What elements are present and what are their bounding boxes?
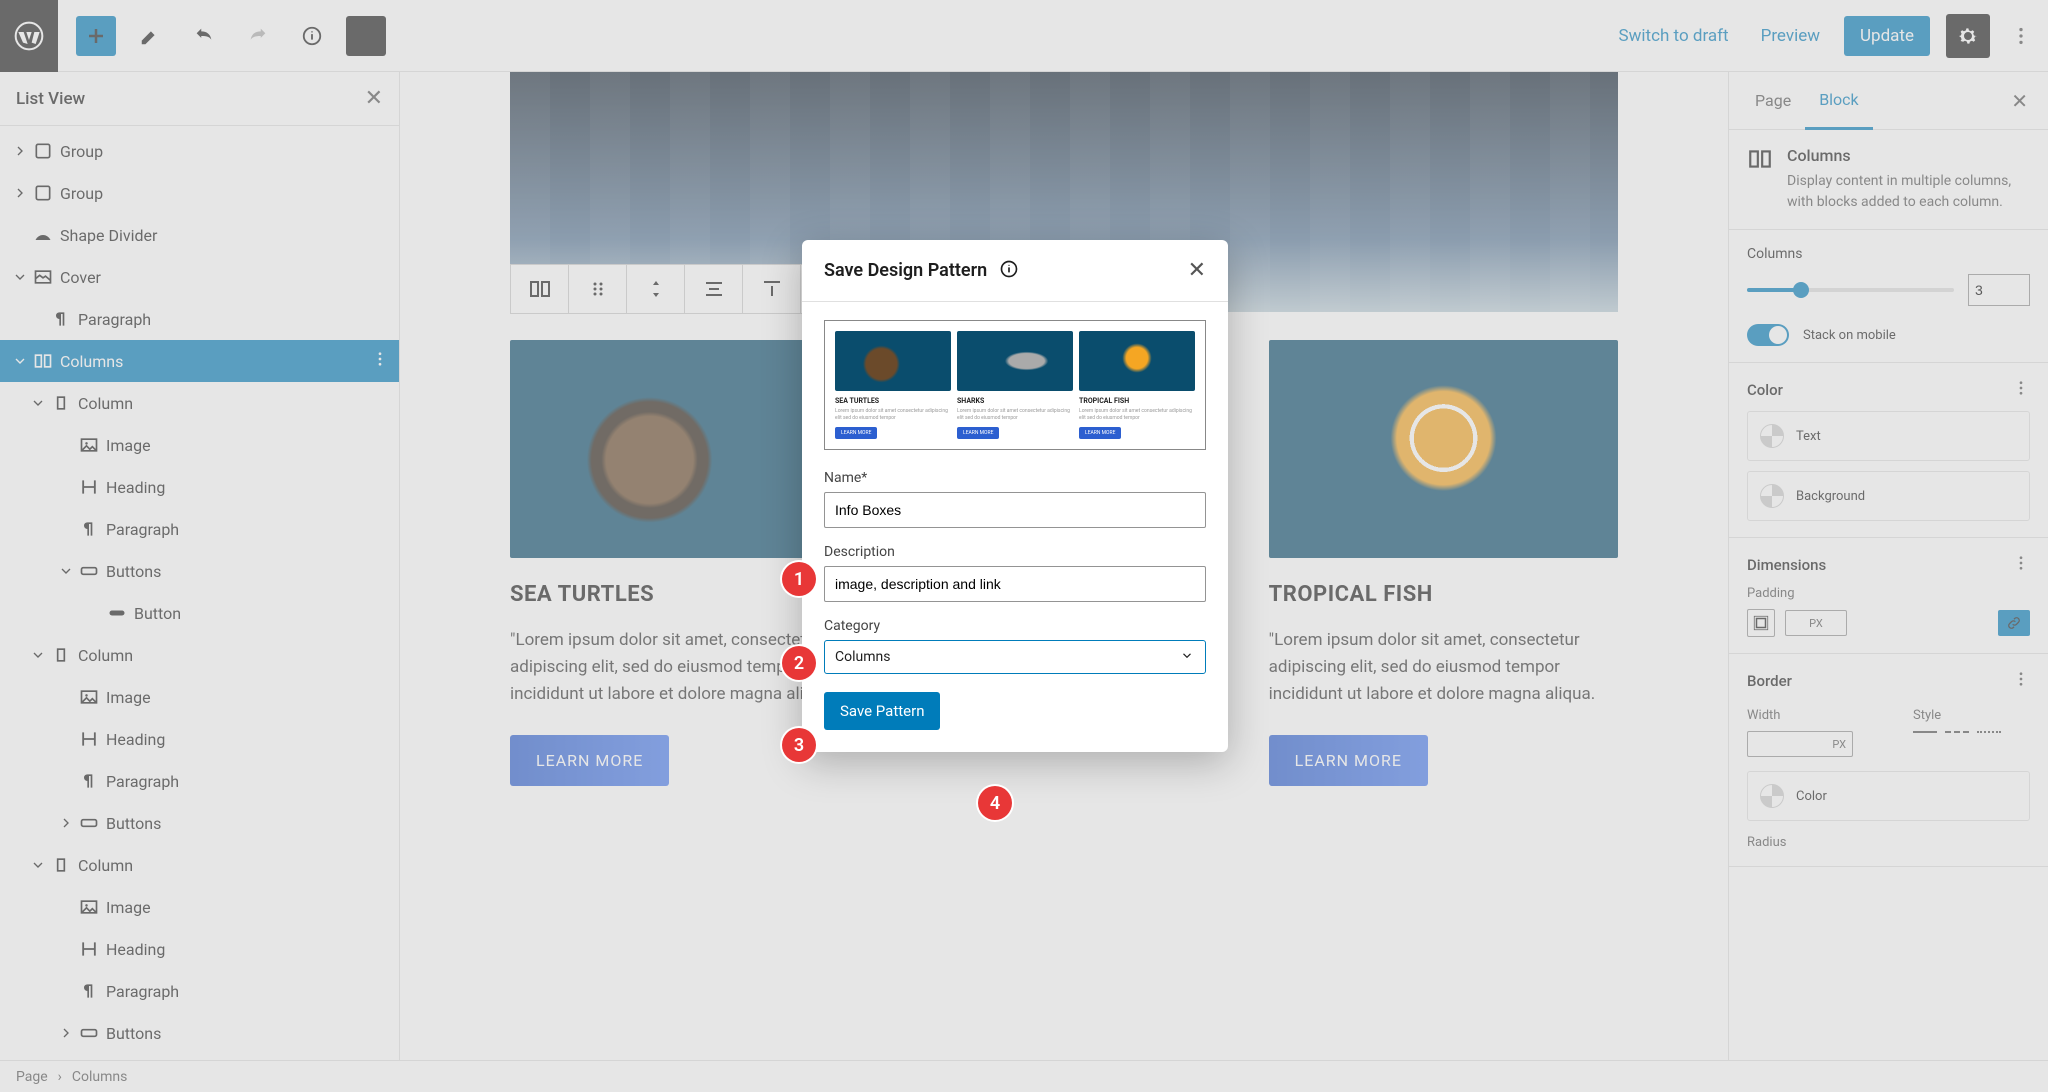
annotation-4: 4 — [978, 786, 1012, 820]
name-label: Name* — [824, 470, 1206, 486]
save-pattern-modal: Save Design Pattern ✕ SEA TURTLESLorem i… — [802, 240, 1228, 752]
pattern-preview: SEA TURTLESLorem ipsum dolor sit amet co… — [824, 320, 1206, 450]
category-select[interactable]: Columns — [824, 640, 1206, 674]
category-label: Category — [824, 618, 1206, 634]
description-input[interactable] — [824, 566, 1206, 602]
save-pattern-button[interactable]: Save Pattern — [824, 692, 940, 730]
modal-close-button[interactable]: ✕ — [1188, 258, 1206, 283]
annotation-3: 3 — [782, 728, 816, 762]
name-input[interactable] — [824, 492, 1206, 528]
annotation-2: 2 — [782, 646, 816, 680]
description-label: Description — [824, 544, 1206, 560]
modal-info-icon[interactable] — [999, 259, 1019, 283]
modal-title: Save Design Pattern — [824, 260, 987, 281]
chevron-down-icon — [1180, 649, 1194, 663]
annotation-1: 1 — [782, 562, 816, 596]
